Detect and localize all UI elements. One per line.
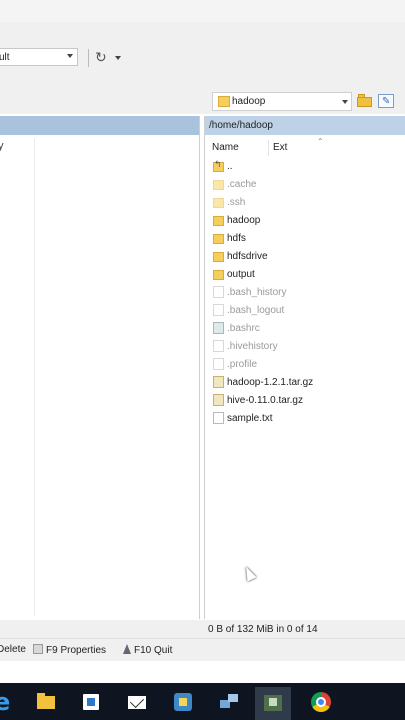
local-panel[interactable]: y (0, 116, 200, 619)
list-item[interactable]: .profile (205, 356, 405, 373)
delete-button[interactable]: Delete (0, 644, 26, 655)
list-item[interactable]: .cache (205, 176, 405, 193)
list-item[interactable]: hdfs (205, 230, 405, 247)
file-name: .cache (227, 179, 257, 190)
list-item[interactable]: hdfsdrive (205, 248, 405, 265)
properties-icon (33, 644, 43, 654)
archive-icon (213, 394, 224, 406)
file-name: hive-0.11.0.tar.gz (227, 395, 303, 406)
file-name: sample.txt (227, 413, 273, 424)
folder-icon (213, 180, 224, 190)
edge-icon[interactable]: e (0, 690, 16, 714)
list-item[interactable]: hadoop-1.2.1.tar.gz (205, 374, 405, 391)
folder-icon (218, 96, 230, 107)
local-panel-column-fragment: y (0, 140, 4, 152)
folder-icon (213, 216, 224, 226)
list-item[interactable]: .. (205, 158, 405, 175)
network-icon[interactable] (218, 691, 240, 713)
mail-icon[interactable] (126, 691, 148, 713)
archive-icon (213, 376, 224, 388)
toolbar: ult ↻ (0, 22, 405, 91)
remote-folder-value: hadoop (232, 96, 266, 107)
file-icon (213, 358, 224, 370)
file-name: .bashrc (227, 323, 260, 334)
remote-panel-path-header: /home/hadoop (205, 116, 405, 135)
file-icon (213, 340, 224, 352)
text-file-icon (213, 412, 224, 424)
folder-icon (213, 270, 224, 280)
list-item[interactable]: .bash_history (205, 284, 405, 301)
chevron-down-icon (342, 100, 348, 104)
edit-path-button[interactable]: ✎ (378, 94, 394, 108)
open-directory-button[interactable] (357, 94, 373, 107)
column-name[interactable]: Name (212, 142, 239, 153)
properties-label: F9 Properties (46, 645, 107, 656)
list-item[interactable]: hive-0.11.0.tar.gz (205, 392, 405, 409)
virtualbox-icon[interactable] (172, 691, 194, 713)
remote-selection-status: 0 B of 132 MiB in 0 of 14 (208, 624, 318, 635)
list-item[interactable]: .bash_logout (205, 302, 405, 319)
quit-button[interactable]: F10 Quit (123, 644, 172, 656)
store-icon[interactable] (80, 691, 102, 713)
chrome-icon[interactable] (310, 691, 332, 713)
local-panel-path-header (0, 116, 199, 135)
folder-icon (213, 234, 224, 244)
chevron-down-icon (115, 56, 121, 60)
file-name: hdfs (227, 233, 246, 244)
list-item[interactable]: hadoop (205, 212, 405, 229)
window-top-strip (0, 0, 405, 22)
file-icon (213, 304, 224, 316)
file-name: hdfsdrive (227, 251, 268, 262)
command-bar: Delete F9 Properties F10 Quit (0, 638, 405, 661)
quit-label: F10 Quit (134, 645, 173, 656)
file-icon (213, 286, 224, 298)
winscp-window: ult ↻ hadoop ✎ y /home/hadoop Name Ext ⌃… (0, 0, 405, 683)
sync-icon: ↻ (95, 49, 107, 65)
remote-folder-select[interactable]: hadoop (212, 92, 352, 111)
parent-directory-icon (213, 159, 224, 172)
file-explorer-icon[interactable] (35, 691, 57, 713)
column-divider[interactable] (268, 140, 269, 156)
remote-panel[interactable]: /home/hadoop Name Ext ⌃ .. .cache .ssh (204, 116, 405, 619)
sort-ascending-icon: ⌃ (317, 137, 324, 146)
file-name: .. (227, 161, 233, 172)
file-name: .bash_history (227, 287, 287, 298)
column-divider (34, 138, 35, 616)
list-item[interactable]: .bashrc (205, 320, 405, 337)
list-item[interactable]: .hivehistory (205, 338, 405, 355)
column-header-row: Name Ext ⌃ (205, 137, 405, 157)
winscp-icon[interactable] (255, 687, 291, 720)
status-bar: 0 B of 132 MiB in 0 of 14 (0, 620, 405, 638)
file-name: .ssh (227, 197, 246, 208)
folder-icon (213, 252, 224, 262)
remote-path: /home/hadoop (209, 120, 273, 131)
file-name: .bash_logout (227, 305, 285, 316)
toolbar-separator (88, 49, 89, 67)
list-item[interactable]: sample.txt (205, 410, 405, 427)
file-name: .hivehistory (227, 341, 278, 352)
file-name: hadoop-1.2.1.tar.gz (227, 377, 314, 388)
folder-icon (213, 198, 224, 208)
transfer-settings-select[interactable]: ult (0, 48, 78, 66)
synchronize-button[interactable]: ↻ (95, 48, 123, 66)
quit-icon (123, 644, 131, 654)
file-name: hadoop (227, 215, 261, 226)
list-item[interactable]: .ssh (205, 194, 405, 211)
column-ext[interactable]: Ext (273, 142, 287, 153)
taskbar: e (0, 683, 405, 720)
chevron-down-icon (67, 54, 73, 58)
properties-button[interactable]: F9 Properties (33, 644, 106, 656)
list-item[interactable]: output (205, 266, 405, 283)
file-name: output (227, 269, 255, 280)
delete-label: Delete (0, 644, 26, 655)
transfer-settings-value: ult (0, 52, 10, 63)
script-file-icon (213, 322, 224, 334)
pencil-icon: ✎ (382, 96, 391, 107)
file-name: .profile (227, 359, 258, 370)
